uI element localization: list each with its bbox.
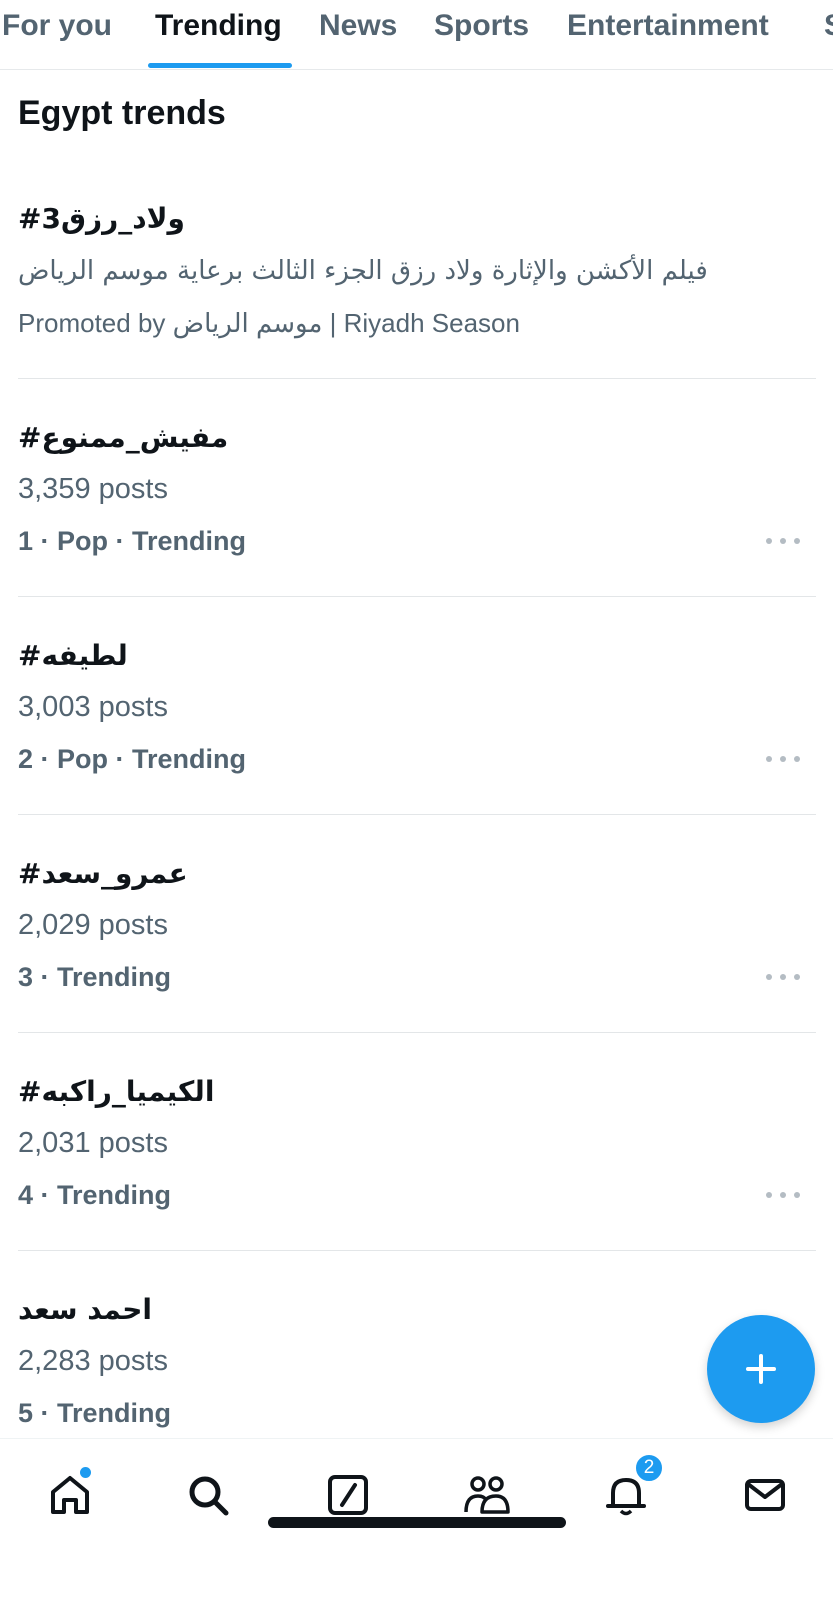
mail-icon (745, 1479, 785, 1511)
trend-item[interactable]: #عمرو_سعد 2,029 posts 3 · Trending (0, 815, 833, 1033)
trend-name: #الكيميا_راكبه (18, 1075, 215, 1108)
explore-tabs: For you Trending News Sports Entertainme… (0, 0, 833, 70)
trend-rank-category: 5 · Trending (18, 1398, 172, 1428)
trend-post-count: 3,359 posts (18, 473, 168, 505)
trend-item[interactable]: #لطيفه 3,003 posts 2 · Pop · Trending (0, 597, 833, 815)
tab-sports[interactable]: Sports (434, 6, 529, 69)
trend-post-count: 3,003 posts (18, 691, 168, 723)
trend-name: #لطيفه (18, 639, 128, 672)
active-tab-indicator (148, 63, 292, 68)
plus-icon (746, 1354, 776, 1384)
promoted-by-label: Promoted by موسم الرياض | Riyadh Season (18, 308, 520, 338)
tab-entertainment[interactable]: Entertainment (567, 6, 769, 69)
notification-count-badge: 2 (634, 1453, 664, 1483)
trend-name: #مفيش_ممنوع (18, 421, 229, 454)
nav-messages[interactable] (737, 1467, 793, 1523)
more-options-icon[interactable] (766, 531, 800, 551)
search-icon (189, 1476, 229, 1516)
trend-name: #عمرو_سعد (18, 857, 188, 890)
tab-for-you[interactable]: For you (2, 6, 112, 69)
trend-item[interactable]: احمد سعد 2,283 posts 5 · Trending (0, 1251, 833, 1441)
nav-communities[interactable] (459, 1467, 515, 1523)
trend-rank-category: 2 · Pop · Trending (18, 744, 246, 774)
trend-item[interactable]: #الكيميا_راكبه 2,031 posts 4 · Trending (0, 1033, 833, 1251)
grok-icon (328, 1475, 368, 1515)
compose-post-button[interactable] (707, 1315, 815, 1423)
trend-post-count: 2,029 posts (18, 909, 168, 941)
trend-post-count: 2,031 posts (18, 1127, 168, 1159)
trend-rank-category: 1 · Pop · Trending (18, 526, 246, 556)
nav-search[interactable] (180, 1467, 236, 1523)
trend-name: احمد سعد (18, 1293, 152, 1326)
more-options-icon[interactable] (766, 967, 800, 987)
tab-overflow[interactable]: S (824, 6, 833, 69)
nav-grok[interactable] (320, 1467, 376, 1523)
promoted-trend[interactable]: #ولاد_رزق3 فيلم الأكشن والإثارة ولاد رزق… (0, 190, 833, 380)
tab-news[interactable]: News (319, 6, 397, 69)
tab-trending[interactable]: Trending (155, 6, 282, 69)
more-options-icon[interactable] (766, 1185, 800, 1205)
trend-item[interactable]: #مفيش_ممنوع 3,359 posts 1 · Pop · Trendi… (0, 379, 833, 597)
trend-rank-category: 3 · Trending (18, 962, 172, 992)
trend-description: فيلم الأكشن والإثارة ولاد رزق الجزء الثا… (18, 256, 708, 286)
home-indicator[interactable] (268, 1517, 566, 1528)
more-options-icon[interactable] (766, 749, 800, 769)
communities-icon (464, 1476, 510, 1514)
trend-rank-category: 4 · Trending (18, 1180, 172, 1210)
unread-dot (80, 1467, 91, 1478)
trend-post-count: 2,283 posts (18, 1345, 168, 1377)
section-title: Egypt trends (18, 94, 226, 132)
nav-notifications[interactable]: 2 (598, 1453, 664, 1523)
nav-home[interactable] (42, 1467, 98, 1523)
trend-name: #ولاد_رزق3 (18, 202, 185, 235)
home-icon (51, 1476, 89, 1514)
explore-screen: For you Trending News Sports Entertainme… (0, 0, 833, 1600)
